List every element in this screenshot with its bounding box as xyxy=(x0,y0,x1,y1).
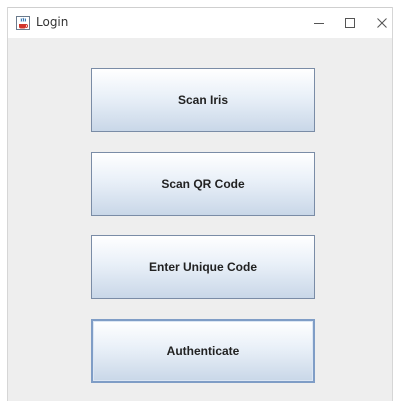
scan-iris-label: Scan Iris xyxy=(177,93,229,107)
window-title: Login xyxy=(36,15,69,29)
scan-qr-code-label: Scan QR Code xyxy=(161,177,245,191)
maximize-icon xyxy=(345,18,355,28)
scan-iris-button[interactable]: Scan Iris xyxy=(91,68,315,132)
scan-qr-code-button[interactable]: Scan QR Code xyxy=(91,152,315,216)
enter-unique-code-button[interactable]: Enter Unique Code xyxy=(91,235,315,299)
close-icon xyxy=(377,18,387,28)
minimize-icon xyxy=(314,23,324,24)
java-coffee-cup-icon xyxy=(16,16,30,30)
close-button[interactable] xyxy=(360,8,394,38)
authenticate-label: Authenticate xyxy=(166,344,240,358)
authenticate-button[interactable]: Authenticate xyxy=(91,319,315,383)
login-window: Login Scan Iris Scan QR Code Enter Uniqu… xyxy=(7,7,393,401)
enter-unique-code-label: Enter Unique Code xyxy=(148,260,257,274)
title-bar: Login xyxy=(8,7,392,38)
